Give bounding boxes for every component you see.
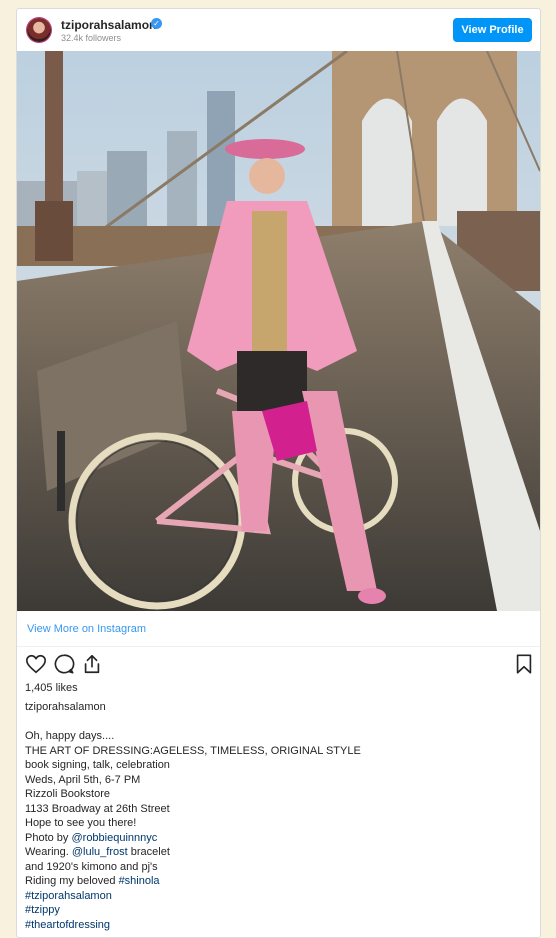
caption-line: THE ART OF DRESSING:AGELESS, TIMELESS, O…	[25, 744, 361, 757]
mention-link[interactable]: @robbiequinnnyc	[71, 832, 157, 844]
username[interactable]: tziporahsalamon	[61, 18, 156, 32]
post-photo[interactable]	[17, 51, 540, 611]
share-icon[interactable]	[81, 653, 103, 675]
caption-text: Photo by	[25, 831, 72, 844]
hashtag-link[interactable]: #tzippy	[25, 903, 525, 918]
post-photo-image	[17, 51, 540, 611]
instagram-embed-card: tziporahsalamon ✓ 32.4k followers View P…	[16, 8, 541, 938]
divider	[17, 646, 540, 647]
caption-line: and 1920's kimono and pj's	[25, 860, 158, 873]
caption-line: Photo by @robbiequinnnyc	[25, 831, 525, 846]
hashtag-link[interactable]: #shinola	[119, 875, 160, 887]
follower-count: 32.4k followers	[61, 33, 122, 43]
avatar[interactable]	[27, 18, 51, 42]
caption: Oh, happy days.... THE ART OF DRESSING:A…	[25, 729, 525, 932]
hashtag-link[interactable]: #tziporahsalamon	[25, 889, 525, 904]
like-count[interactable]: 1,405 likes	[25, 682, 78, 694]
action-bar	[17, 653, 540, 679]
heart-icon[interactable]	[25, 653, 47, 675]
caption-line: book signing, talk, celebration	[25, 759, 170, 771]
post-header: tziporahsalamon ✓ 32.4k followers View P…	[17, 9, 540, 51]
caption-line: Rizzoli Bookstore	[25, 788, 110, 800]
verified-badge-icon: ✓	[151, 18, 162, 29]
view-profile-button[interactable]: View Profile	[453, 18, 532, 42]
caption-text: bracelet	[127, 846, 170, 858]
caption-line: 1133 Broadway at 26th Street	[25, 802, 170, 815]
caption-line: Riding my beloved #shinola	[25, 874, 525, 889]
comment-icon[interactable]	[53, 653, 75, 675]
bookmark-icon[interactable]	[513, 653, 535, 675]
caption-text: Wearing.	[25, 846, 72, 858]
view-more-on-instagram-link[interactable]: View More on Instagram	[27, 623, 146, 635]
caption-username[interactable]: tziporahsalamon	[25, 701, 106, 713]
mention-link[interactable]: @lulu_frost	[72, 846, 128, 858]
caption-line: Weds, April 5th, 6-7 PM	[25, 773, 141, 786]
caption-text: Riding my beloved	[25, 875, 119, 887]
caption-line: Oh, happy days....	[25, 730, 115, 742]
caption-line: Hope to see you there!	[25, 817, 137, 829]
caption-line: Wearing. @lulu_frost bracelet	[25, 845, 525, 860]
